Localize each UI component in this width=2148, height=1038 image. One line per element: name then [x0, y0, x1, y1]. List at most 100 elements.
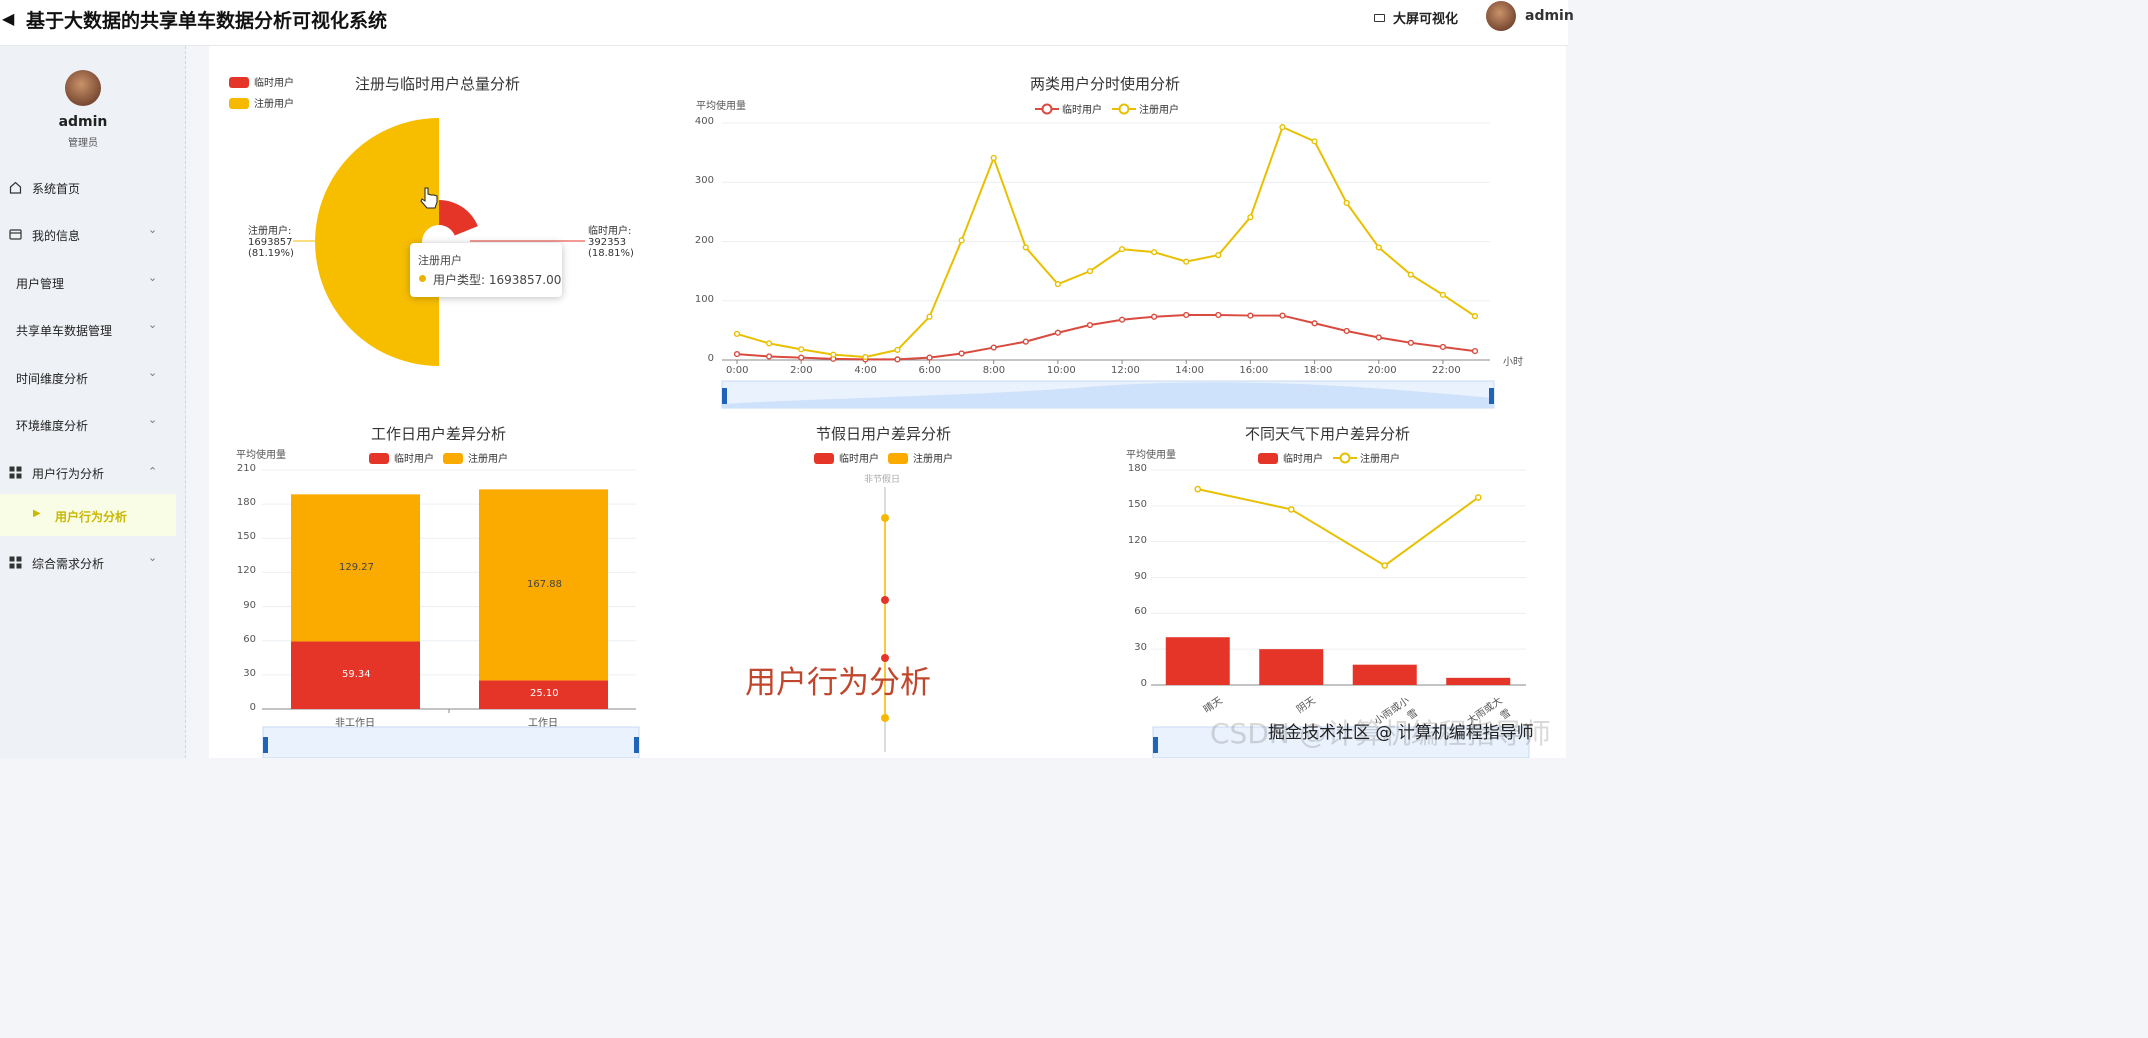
data-point: [1183, 258, 1190, 265]
legend-label: 临时用户: [1283, 454, 1323, 465]
logo-icon: ◀: [2, 9, 15, 28]
data-point: [798, 354, 805, 361]
watermark-credit: 掘金技术社区 @ 计算机编程指导师: [1268, 723, 1534, 743]
data-point: [733, 350, 741, 358]
pie-label-line: 注册用户:: [248, 226, 292, 237]
bar-temp: [1352, 664, 1417, 685]
sidebar-role: 管理员: [68, 138, 98, 149]
workday-bar-label: 25.10: [530, 688, 559, 699]
data-point: [1151, 313, 1158, 320]
data-point: [1183, 311, 1190, 319]
top-username[interactable]: admin: [1525, 8, 1574, 24]
workday-y-tick: 210: [236, 463, 256, 474]
zoom-handle-left: [722, 388, 727, 404]
sidebar-item-user-management[interactable]: 用户管理 ⌄: [0, 265, 176, 301]
data-point: [765, 353, 773, 360]
big-screen-button[interactable]: 大屏可视化: [1374, 8, 1458, 27]
chevron-down-icon: ⌄: [148, 223, 158, 236]
sidebar-item-behavior-group[interactable]: 用户行为分析 ⌃: [0, 455, 176, 491]
weather-chart-title: 不同天气下用户差异分析: [1245, 425, 1411, 443]
pie-legend-reg[interactable]: 注册用户: [229, 95, 294, 110]
sidebar-item-label: 我的信息: [32, 229, 81, 243]
section-overlay-title: 用户行为分析: [745, 665, 931, 701]
sidebar-item-label: 时间维度分析: [16, 372, 89, 386]
line-legend-reg[interactable]: 注册用户: [1112, 101, 1179, 116]
line-y-tick: 200: [694, 234, 714, 246]
sidebar-item-demand-analysis[interactable]: 综合需求分析 ⌄: [0, 545, 176, 581]
pie-label-line: (81.19%): [248, 248, 294, 259]
workday-legend-temp[interactable]: 临时用户: [369, 450, 434, 465]
data-point: [1311, 138, 1318, 145]
data-point: [1215, 311, 1222, 319]
weather-legend-reg[interactable]: 注册用户: [1333, 450, 1400, 465]
data-point: [1215, 252, 1222, 259]
line-x-tick: 6:00: [918, 365, 941, 376]
legend-line-swatch: [1333, 452, 1357, 464]
workday-legend-reg[interactable]: 注册用户: [443, 450, 508, 465]
line-x-tick: 16:00: [1239, 365, 1269, 376]
workday-y-tick: 180: [236, 497, 256, 509]
holiday-legend-reg[interactable]: 注册用户: [888, 450, 953, 465]
tooltip-title: 注册用户: [418, 254, 462, 267]
data-point: [1194, 485, 1202, 493]
sidebar-item-home[interactable]: 系统首页: [0, 170, 176, 206]
line-x-tick: 22:00: [1431, 365, 1461, 376]
chevron-down-icon: ⌄: [148, 413, 158, 426]
workday-y-tick: 30: [243, 667, 256, 679]
chevron-down-icon: ⌄: [148, 318, 158, 331]
sidebar-item-bike-data[interactable]: 共享单车数据管理 ⌄: [0, 312, 176, 348]
legend-swatch: [443, 453, 463, 464]
tooltip-dot: [419, 275, 426, 282]
bar-temp: [1165, 637, 1230, 685]
workday-y-tick: 150: [236, 531, 256, 543]
home-icon: [9, 181, 22, 194]
top-bar: ◀ 基于大数据的共享单车数据分析可视化系统 大屏可视化 admin: [0, 0, 1574, 46]
legend-swatch: [229, 77, 249, 88]
series-line-temp: [736, 313, 1476, 361]
data-point: [894, 346, 901, 354]
bar-temp: [1259, 649, 1324, 685]
sidebar-item-behavior[interactable]: ▶ 用户行为分析: [0, 494, 176, 536]
pie-legend-temp[interactable]: 临时用户: [229, 74, 294, 89]
data-point: [926, 313, 933, 320]
legend-swatch: [229, 98, 249, 109]
grid-icon: [9, 556, 22, 569]
sidebar-item-time-analysis[interactable]: 时间维度分析 ⌄: [0, 360, 176, 396]
hand-cursor-icon: [420, 187, 438, 209]
data-point: [1474, 494, 1482, 501]
line-y-tick: 100: [694, 293, 714, 305]
weather-y-tick: 90: [1134, 570, 1147, 582]
weather-y-tick: 120: [1127, 534, 1147, 546]
data-point: [830, 355, 837, 362]
holiday-chart[interactable]: [881, 487, 889, 752]
pie-chart-title: 注册与临时用户总量分析: [355, 75, 521, 93]
avatar[interactable]: [1486, 1, 1516, 31]
workday-chart[interactable]: [262, 469, 640, 758]
weather-y-tick: 180: [1127, 463, 1147, 474]
data-point: [1375, 334, 1382, 341]
legend-label: 注册用户: [1360, 454, 1400, 465]
line-legend-temp[interactable]: 临时用户: [1035, 101, 1102, 116]
data-point: [881, 514, 889, 522]
data-point: [733, 330, 741, 338]
sidebar-item-label: 综合需求分析: [32, 557, 105, 571]
weather-y-tick: 60: [1134, 606, 1147, 618]
data-point: [1407, 339, 1414, 346]
weather-legend-temp[interactable]: 临时用户: [1258, 450, 1323, 465]
monitor-icon: [1374, 14, 1385, 22]
sidebar-item-label: 共享单车数据管理: [16, 324, 113, 338]
chevron-up-icon: ⌃: [148, 465, 158, 478]
sidebar-item-my-info[interactable]: 我的信息 ⌄: [0, 217, 176, 253]
sidebar-avatar: [65, 70, 101, 106]
workday-y-axis-label: 平均使用量: [236, 450, 286, 461]
data-point: [1022, 244, 1029, 251]
pie-chart[interactable]: [293, 118, 585, 366]
holiday-category-label: 非节假日: [864, 475, 901, 485]
sidebar-item-env-analysis[interactable]: 环境维度分析 ⌄: [0, 407, 176, 443]
data-point: [1118, 316, 1126, 323]
pie-label-temp: 临时用户: 392353 (18.81%): [588, 226, 634, 259]
holiday-legend-temp[interactable]: 临时用户: [814, 450, 879, 465]
zoom-slider: [262, 726, 640, 758]
series-line-reg: [736, 125, 1476, 359]
data-point: [1471, 348, 1479, 355]
